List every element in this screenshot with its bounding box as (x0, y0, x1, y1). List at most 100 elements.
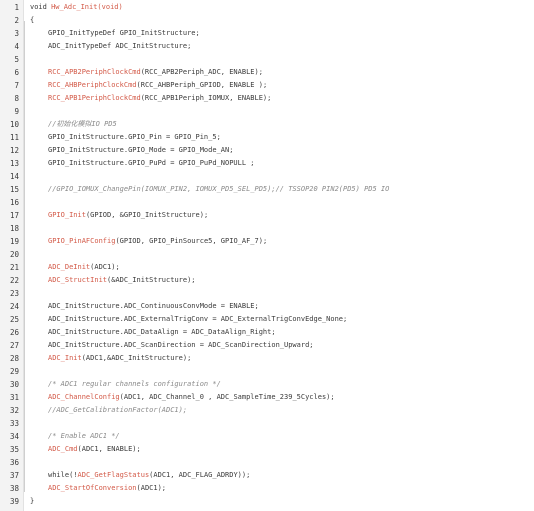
line-number: 20 (9, 250, 19, 259)
function-token: ADC_Cmd (48, 445, 78, 453)
line-number: 17 (9, 211, 19, 220)
code-line[interactable] (30, 417, 534, 430)
code-line[interactable]: RCC_APB1PeriphClockCmd(RCC_APB1Periph_IO… (30, 92, 534, 105)
line-number: 30 (9, 380, 19, 389)
code-token: void (30, 3, 52, 11)
function-token: RCC_APB1PeriphClockCmd (48, 94, 141, 102)
line-number: 4 (14, 42, 19, 51)
line-number: 38 (9, 484, 19, 493)
line-number: 5 (14, 55, 19, 64)
line-number: 37 (9, 471, 19, 480)
function-token: ADC_GetFlagStatus (77, 471, 150, 479)
code-token: (RCC_APB2Periph_ADC, ENABLE); (140, 68, 263, 76)
code-line[interactable]: //初始化模拟IO PD5 (30, 118, 534, 131)
code-line[interactable]: ADC_InitStructure.ADC_ScanDirection = AD… (30, 339, 534, 352)
code-line[interactable]: GPIO_Init(GPIOD, &GPIO_InitStructure); (30, 209, 534, 222)
function-token: ADC_Init (48, 354, 82, 362)
code-line[interactable]: /* Enable ADC1 */ (30, 430, 534, 443)
code-line[interactable]: GPIO_PinAFConfig(GPIOD, GPIO_PinSource5,… (30, 235, 534, 248)
code-line[interactable]: } (30, 495, 534, 508)
function-token: GPIO_PinAFConfig (48, 237, 116, 245)
comment-token: /* Enable ADC1 */ (48, 432, 120, 440)
line-number: 32 (9, 406, 19, 415)
code-line[interactable]: GPIO_InitTypeDef GPIO_InitStructure; (30, 27, 534, 40)
code-line[interactable] (30, 170, 534, 183)
code-area[interactable]: void Hw_Adc_Init(void) { GPIO_InitTypeDef … (24, 0, 534, 511)
code-line[interactable]: ADC_Cmd(ADC1, ENABLE); (30, 443, 534, 456)
code-token: (&ADC_InitStructure); (107, 276, 196, 284)
function-token: GPIO_Init (48, 211, 86, 219)
code-line[interactable]: ADC_Init(ADC1,&ADC_InitStructure); (30, 352, 534, 365)
line-number: 15 (9, 185, 19, 194)
code-line[interactable]: void Hw_Adc_Init(void) (30, 1, 534, 14)
code-line[interactable] (30, 248, 534, 261)
line-number: 25 (9, 315, 19, 324)
line-number: 39 (9, 497, 19, 506)
line-number: 2 (14, 16, 19, 25)
line-number: 7 (14, 81, 19, 90)
line-number: 3 (14, 29, 19, 38)
line-number: 22 (9, 276, 19, 285)
code-token: GPIO_InitStructure.GPIO_Mode = GPIO_Mode… (48, 146, 234, 154)
code-token: GPIO_InitStructure.GPIO_PuPd = GPIO_PuPd… (48, 159, 255, 167)
code-line[interactable]: //ADC_GetCalibrationFactor(ADC1); (30, 404, 534, 417)
code-token: GPIO_InitStructure.GPIO_Pin = GPIO_Pin_5… (48, 133, 221, 141)
code-line[interactable] (30, 287, 534, 300)
code-token: ADC_InitStructure.ADC_DataAlign = ADC_Da… (48, 328, 276, 336)
code-token: (GPIOD, GPIO_PinSource5, GPIO_AF_7); (115, 237, 268, 245)
code-line[interactable] (30, 365, 534, 378)
code-line[interactable]: ADC_StartOfConversion(ADC1); (30, 482, 534, 495)
line-number: 36 (9, 458, 19, 467)
code-line[interactable] (30, 105, 534, 118)
line-number: 24 (9, 302, 19, 311)
function-token: ADC_StartOfConversion (48, 484, 137, 492)
code-line[interactable]: { (30, 14, 534, 27)
function-token: ADC_DeInit (48, 263, 91, 271)
code-line[interactable] (30, 196, 534, 209)
code-line[interactable]: ADC_InitStructure.ADC_ExternalTrigConv =… (30, 313, 534, 326)
code-line[interactable]: RCC_APB2PeriphClockCmd(RCC_APB2Periph_AD… (30, 66, 534, 79)
code-line[interactable] (30, 53, 534, 66)
code-token: GPIO_InitTypeDef GPIO_InitStructure; (48, 29, 200, 37)
line-number: 18 (9, 224, 19, 233)
code-line[interactable]: ADC_DeInit(ADC1); (30, 261, 534, 274)
line-number: 8 (14, 94, 19, 103)
code-token: ADC_InitTypeDef ADC_InitStructure; (48, 42, 192, 50)
code-editor[interactable]: 1 2 3 4 5 6 7 8 9 10 11 12 13 14 15 16 17 18 19 20 21 22 23 24 2… (0, 0, 534, 511)
code-line[interactable]: //GPIO_IOMUX_ChangePin(IOMUX_PIN2, IOMUX… (30, 183, 534, 196)
code-line[interactable]: GPIO_InitStructure.GPIO_Pin = GPIO_Pin_5… (30, 131, 534, 144)
code-line[interactable]: ADC_ChannelConfig(ADC1, ADC_Channel_0 , … (30, 391, 534, 404)
line-number: 14 (9, 172, 19, 181)
comment-token: //初始化模拟IO PD5 (48, 120, 117, 128)
line-number: 31 (9, 393, 19, 402)
code-line[interactable] (30, 456, 534, 469)
function-token: ADC_ChannelConfig (48, 393, 120, 401)
code-token: while(! (48, 471, 78, 479)
code-line[interactable]: ADC_InitTypeDef ADC_InitStructure; (30, 40, 534, 53)
line-number: 33 (9, 419, 19, 428)
code-token: ADC_InitStructure.ADC_ContinuousConvMode… (48, 302, 259, 310)
line-number: 16 (9, 198, 19, 207)
code-token: { (30, 16, 35, 24)
code-token: (ADC1, ADC_Channel_0 , ADC_SampleTime_23… (119, 393, 335, 401)
code-token: (ADC1, ADC_FLAG_ADRDY)); (149, 471, 251, 479)
code-line[interactable]: ADC_InitStructure.ADC_ContinuousConvMode… (30, 300, 534, 313)
line-number: 13 (9, 159, 19, 168)
line-number-gutter: 1 2 3 4 5 6 7 8 9 10 11 12 13 14 15 16 17 18 19 20 21 22 23 24 2… (0, 0, 24, 511)
code-line[interactable]: ADC_StructInit(&ADC_InitStructure); (30, 274, 534, 287)
line-number: 34 (9, 432, 19, 441)
line-number: 27 (9, 341, 19, 350)
comment-token: //ADC_GetCalibrationFactor(ADC1); (48, 406, 188, 414)
line-number: 29 (9, 367, 19, 376)
code-line[interactable] (30, 222, 534, 235)
code-token: (ADC1, ENABLE); (77, 445, 141, 453)
code-line[interactable]: GPIO_InitStructure.GPIO_Mode = GPIO_Mode… (30, 144, 534, 157)
code-line[interactable]: ADC_InitStructure.ADC_DataAlign = ADC_Da… (30, 326, 534, 339)
code-line[interactable]: while(!ADC_GetFlagStatus(ADC1, ADC_FLAG_… (30, 469, 534, 482)
code-line[interactable]: RCC_AHBPeriphClockCmd(RCC_AHBPeriph_GPIO… (30, 79, 534, 92)
code-line[interactable]: GPIO_InitStructure.GPIO_PuPd = GPIO_PuPd… (30, 157, 534, 170)
code-line[interactable]: /* ADC1 regular channels configuration *… (30, 378, 534, 391)
line-number: 19 (9, 237, 19, 246)
line-number: 23 (9, 289, 19, 298)
line-number: 21 (9, 263, 19, 272)
